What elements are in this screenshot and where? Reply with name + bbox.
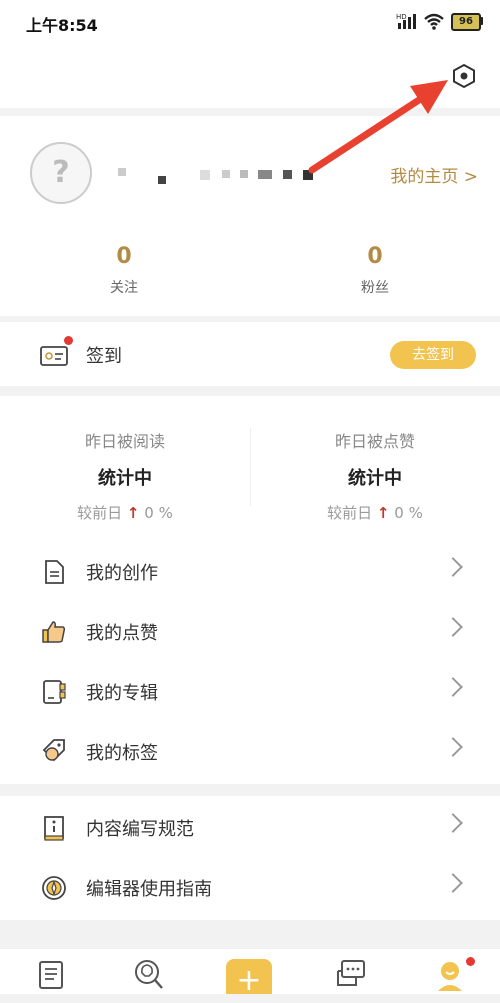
likes-compare-value: 0 %	[394, 504, 423, 522]
checkin-label: 签到	[86, 346, 122, 367]
likes-compare: 较前日 ↑ 0 %	[250, 502, 500, 523]
menu-my-likes[interactable]: 我的点赞	[0, 602, 500, 662]
menu-my-creations[interactable]: 我的创作	[0, 542, 500, 602]
info-book-icon	[44, 816, 64, 841]
messages-tab-icon[interactable]	[334, 957, 368, 991]
article-tab-icon[interactable]	[34, 957, 68, 991]
menu-label: 我的专辑	[86, 683, 158, 704]
reads-title: 昨日被阅读	[84, 432, 165, 451]
discover-tab-icon[interactable]	[132, 957, 166, 991]
reads-compare-value: 0 %	[144, 504, 173, 522]
read-stat-likes: 昨日被点赞 统计中 较前日 ↑ 0 %	[250, 428, 500, 523]
chevron-right-icon	[443, 813, 463, 833]
bottom-tab-bar: +	[0, 948, 500, 998]
tag-icon	[42, 739, 65, 762]
chevron-right-icon	[443, 737, 463, 757]
menu-label: 我的创作	[86, 563, 158, 584]
checkin-button[interactable]: 去签到	[390, 341, 476, 369]
menu-label: 内容编写规范	[86, 819, 194, 840]
album-icon	[43, 680, 66, 704]
reads-value: 统计中	[98, 468, 152, 489]
menu-label: 编辑器使用指南	[86, 879, 212, 900]
reads-compare: 较前日 ↑ 0 %	[0, 502, 250, 523]
profile-tab-icon[interactable]	[433, 957, 467, 991]
chevron-right-icon	[443, 873, 463, 893]
reads-compare-label: 较前日	[77, 504, 123, 522]
arrow-up-icon: ↑	[376, 504, 390, 522]
arrow-up-icon: ↑	[126, 504, 140, 522]
menu-editor-guide[interactable]: 编辑器使用指南	[0, 858, 500, 918]
chevron-right-icon	[443, 677, 463, 697]
profile-tab-badge	[466, 957, 475, 966]
thumbs-up-icon	[42, 621, 66, 643]
document-icon	[45, 560, 64, 584]
stats-menu-panel: 昨日被阅读 统计中 较前日 ↑ 0 % 昨日被点赞 统计中 较前日 ↑ 0 % …	[0, 396, 500, 784]
create-plus-button[interactable]: +	[226, 959, 272, 998]
menu-content-guidelines[interactable]: 内容编写规范	[0, 798, 500, 858]
menu-my-tags[interactable]: 我的标签	[0, 722, 500, 782]
chevron-right-icon	[443, 617, 463, 637]
checkin-row[interactable]: 签到 去签到	[0, 322, 500, 386]
help-menu-panel: 内容编写规范 编辑器使用指南	[0, 796, 500, 920]
checkin-card-icon	[40, 346, 68, 366]
likes-compare-label: 较前日	[327, 504, 373, 522]
menu-label: 我的点赞	[86, 623, 158, 644]
chevron-right-icon	[443, 557, 463, 577]
compass-icon	[42, 876, 66, 900]
menu-label: 我的标签	[86, 743, 158, 764]
annotation-arrow	[308, 80, 448, 174]
likes-value: 统计中	[348, 468, 402, 489]
likes-title: 昨日被点赞	[334, 432, 415, 451]
menu-my-albums[interactable]: 我的专辑	[0, 662, 500, 722]
read-stat-reads: 昨日被阅读 统计中 较前日 ↑ 0 %	[0, 428, 250, 523]
checkin-badge	[64, 336, 73, 345]
